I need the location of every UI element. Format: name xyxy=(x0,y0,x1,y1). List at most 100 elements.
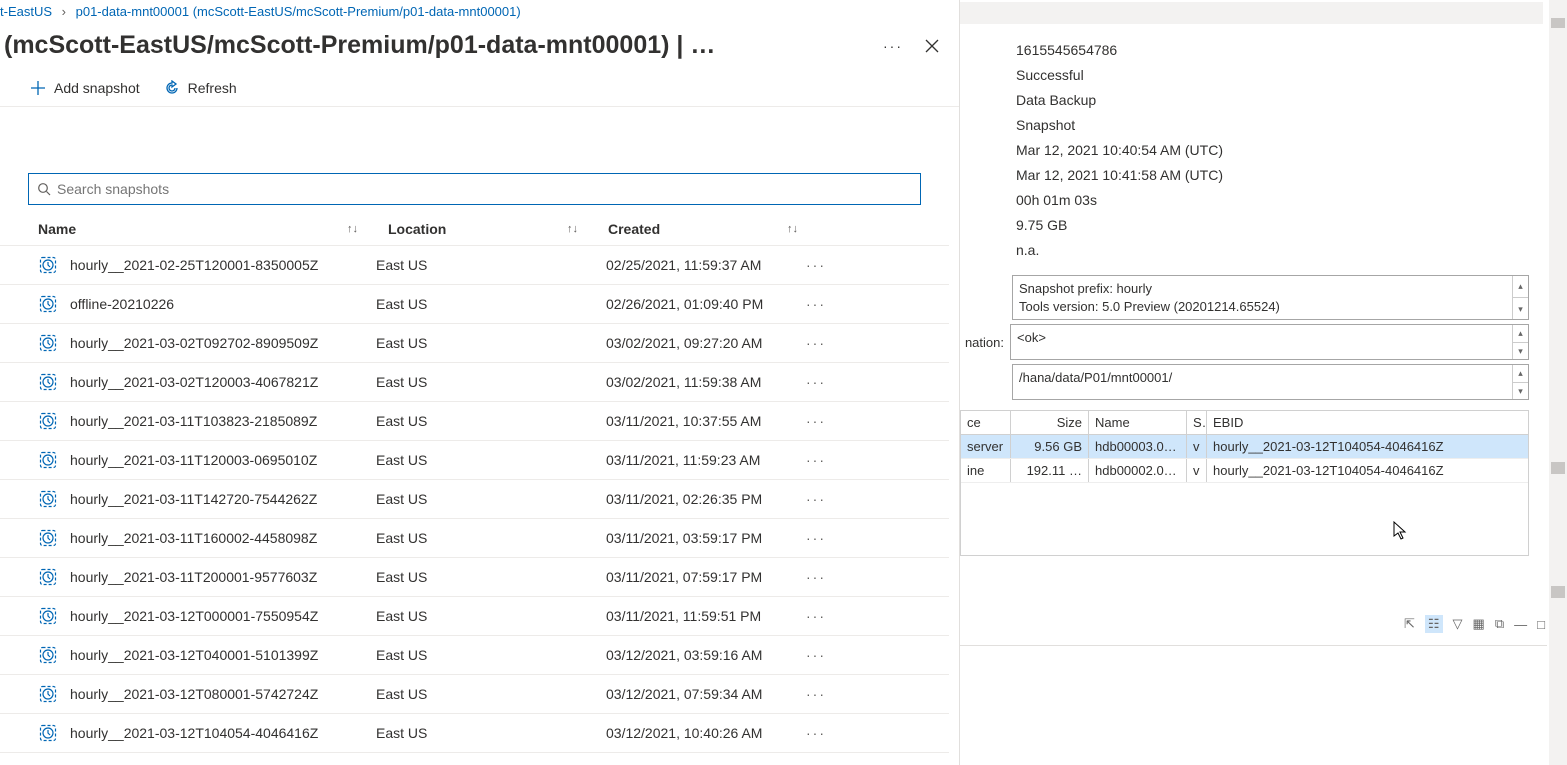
toolbar: Add snapshot Refresh xyxy=(0,70,959,107)
col-name[interactable]: Name↑↓ xyxy=(38,221,388,237)
breadcrumb-link-1[interactable]: t-EastUS xyxy=(0,4,52,19)
table-row[interactable]: hourly__2021-03-11T120003-0695010Z East … xyxy=(0,441,949,480)
detail-end: Mar 12, 2021 10:41:58 AM (UTC) xyxy=(1016,163,1567,188)
sort-icon: ↑↓ xyxy=(347,223,388,235)
spin-down[interactable]: ▾ xyxy=(1512,343,1528,360)
restore-icon[interactable]: □ xyxy=(1537,617,1545,632)
path-textarea[interactable]: /hana/data/P01/mnt00001/ ▴▾ xyxy=(1012,364,1529,400)
snapshot-location: East US xyxy=(376,647,606,663)
row-more-button[interactable]: ··· xyxy=(806,686,826,702)
col-created[interactable]: Created↑↓ xyxy=(608,221,828,237)
search-box[interactable] xyxy=(28,173,921,205)
grid-scrollbar[interactable] xyxy=(1549,458,1567,602)
cell-left: server xyxy=(961,435,1011,458)
cell-size: 192.11 … xyxy=(1011,459,1089,482)
row-more-button[interactable]: ··· xyxy=(806,725,826,741)
snapshot-created: 02/26/2021, 01:09:40 PM xyxy=(606,296,806,312)
table-row[interactable]: hourly__2021-03-11T103823-2185089Z East … xyxy=(0,402,949,441)
columns-icon[interactable]: ▦ xyxy=(1473,616,1485,632)
table-row[interactable]: hourly__2021-03-11T160002-4458098Z East … xyxy=(0,519,949,558)
detail-size: 9.75 GB xyxy=(1016,213,1567,238)
col-location[interactable]: Location↑↓ xyxy=(388,221,608,237)
row-more-button[interactable]: ··· xyxy=(806,413,826,429)
export-icon[interactable]: ⇱ xyxy=(1404,616,1415,632)
table-row[interactable]: hourly__2021-03-11T142720-7544262Z East … xyxy=(0,480,949,519)
col-ebid[interactable]: EBID xyxy=(1207,411,1528,434)
snapshot-name: hourly__2021-03-11T120003-0695010Z xyxy=(70,452,317,468)
spin-up[interactable]: ▴ xyxy=(1512,325,1528,343)
snapshot-icon xyxy=(38,567,58,587)
row-more-button[interactable]: ··· xyxy=(806,452,826,468)
spin-down[interactable]: ▾ xyxy=(1512,298,1528,319)
row-more-button[interactable]: ··· xyxy=(806,491,826,507)
row-more-button[interactable]: ··· xyxy=(806,608,826,624)
cell-ebid: hourly__2021-03-12T104054-4046416Z xyxy=(1207,459,1528,482)
refresh-button[interactable]: Refresh xyxy=(164,80,237,96)
spin-down[interactable]: ▾ xyxy=(1512,383,1528,400)
snapshot-location: East US xyxy=(376,530,606,546)
link-icon[interactable]: ⧉ xyxy=(1495,616,1504,632)
details-list: 1615545654786 Successful Data Backup Sna… xyxy=(960,32,1567,273)
list-header: Name↑↓ Location↑↓ Created↑↓ xyxy=(0,211,949,246)
table-row[interactable]: hourly__2021-03-02T092702-8909509Z East … xyxy=(0,324,949,363)
snapshot-name: hourly__2021-03-11T103823-2185089Z xyxy=(70,413,317,429)
snapshot-name: hourly__2021-03-12T080001-5742724Z xyxy=(70,686,318,702)
col-ce[interactable]: ce xyxy=(961,411,1011,434)
row-more-button[interactable]: ··· xyxy=(806,335,826,351)
table-row[interactable]: hourly__2021-03-11T200001-9577603Z East … xyxy=(0,558,949,597)
table-row[interactable]: hourly__2021-03-12T000001-7550954Z East … xyxy=(0,597,949,636)
breadcrumb-link-2[interactable]: p01-data-mnt00001 (mcScott-EastUS/mcScot… xyxy=(76,4,521,19)
snapshot-created: 03/11/2021, 11:59:51 PM xyxy=(606,608,806,624)
table-row[interactable]: hourly__2021-02-25T120001-8350005Z East … xyxy=(0,246,949,285)
filter-icon[interactable]: ▽ xyxy=(1453,616,1463,632)
snapshot-name: hourly__2021-03-11T142720-7544262Z xyxy=(70,491,317,507)
search-input[interactable] xyxy=(51,181,912,197)
add-snapshot-button[interactable]: Add snapshot xyxy=(30,80,140,96)
cell-s: v xyxy=(1187,459,1207,482)
ok-textarea[interactable]: <ok> ▴▾ xyxy=(1010,324,1529,360)
scrollbar[interactable] xyxy=(1549,0,1567,765)
spin-up[interactable]: ▴ xyxy=(1512,276,1528,298)
detail-status: Successful xyxy=(1016,63,1567,88)
table-row[interactable]: hourly__2021-03-02T120003-4067821Z East … xyxy=(0,363,949,402)
search-icon xyxy=(37,182,51,196)
row-more-button[interactable]: ··· xyxy=(806,374,826,390)
table-row[interactable]: offline-20210226 East US 02/26/2021, 01:… xyxy=(0,285,949,324)
snapshot-created: 03/12/2021, 07:59:34 AM xyxy=(606,686,806,702)
snapshot-name: hourly__2021-02-25T120001-8350005Z xyxy=(70,257,318,273)
more-button[interactable]: ··· xyxy=(883,38,903,54)
table-row[interactable]: hourly__2021-03-12T080001-5742724Z East … xyxy=(0,675,949,714)
col-name2[interactable]: Name xyxy=(1089,411,1187,434)
row-more-button[interactable]: ··· xyxy=(806,257,826,273)
grid-row[interactable]: server 9.56 GB hdb00003.0… v hourly__202… xyxy=(961,435,1528,459)
snapshot-location: East US xyxy=(376,413,606,429)
snapshot-list: hourly__2021-02-25T120001-8350005Z East … xyxy=(0,246,949,753)
row-more-button[interactable]: ··· xyxy=(806,296,826,312)
snapshot-created: 03/12/2021, 03:59:16 AM xyxy=(606,647,806,663)
refresh-label: Refresh xyxy=(188,80,237,96)
info-textarea[interactable]: Snapshot prefix: hourly Tools version: 5… xyxy=(1012,275,1529,320)
cell-size: 9.56 GB xyxy=(1011,435,1089,458)
row-more-button[interactable]: ··· xyxy=(806,647,826,663)
details-panel: 1615545654786 Successful Data Backup Sna… xyxy=(960,0,1567,765)
refresh-icon xyxy=(164,80,180,96)
col-s[interactable]: S xyxy=(1187,411,1207,434)
row-more-button[interactable]: ··· xyxy=(806,569,826,585)
table-row[interactable]: hourly__2021-03-12T040001-5101399Z East … xyxy=(0,636,949,675)
spin-up[interactable]: ▴ xyxy=(1512,365,1528,383)
close-button[interactable] xyxy=(925,39,939,53)
snapshot-name: hourly__2021-03-12T104054-4046416Z xyxy=(70,725,318,741)
plus-icon xyxy=(30,80,46,96)
detail-method: Snapshot xyxy=(1016,113,1567,138)
right-toolbar: ⇱ ☷ ▽ ▦ ⧉ — □ xyxy=(1404,615,1545,633)
col-size[interactable]: Size xyxy=(1011,411,1089,434)
tree-icon[interactable]: ☷ xyxy=(1425,615,1443,633)
breadcrumb: t-EastUS › p01-data-mnt00001 (mcScott-Ea… xyxy=(0,0,959,23)
nation-label: nation: xyxy=(960,335,1010,350)
row-more-button[interactable]: ··· xyxy=(806,530,826,546)
table-row[interactable]: hourly__2021-03-12T104054-4046416Z East … xyxy=(0,714,949,753)
snapshot-name: hourly__2021-03-02T092702-8909509Z xyxy=(70,335,318,351)
minimize-icon[interactable]: — xyxy=(1514,617,1527,632)
snapshot-icon xyxy=(38,684,58,704)
grid-row[interactable]: ine 192.11 … hdb00002.0… v hourly__2021-… xyxy=(961,459,1528,483)
